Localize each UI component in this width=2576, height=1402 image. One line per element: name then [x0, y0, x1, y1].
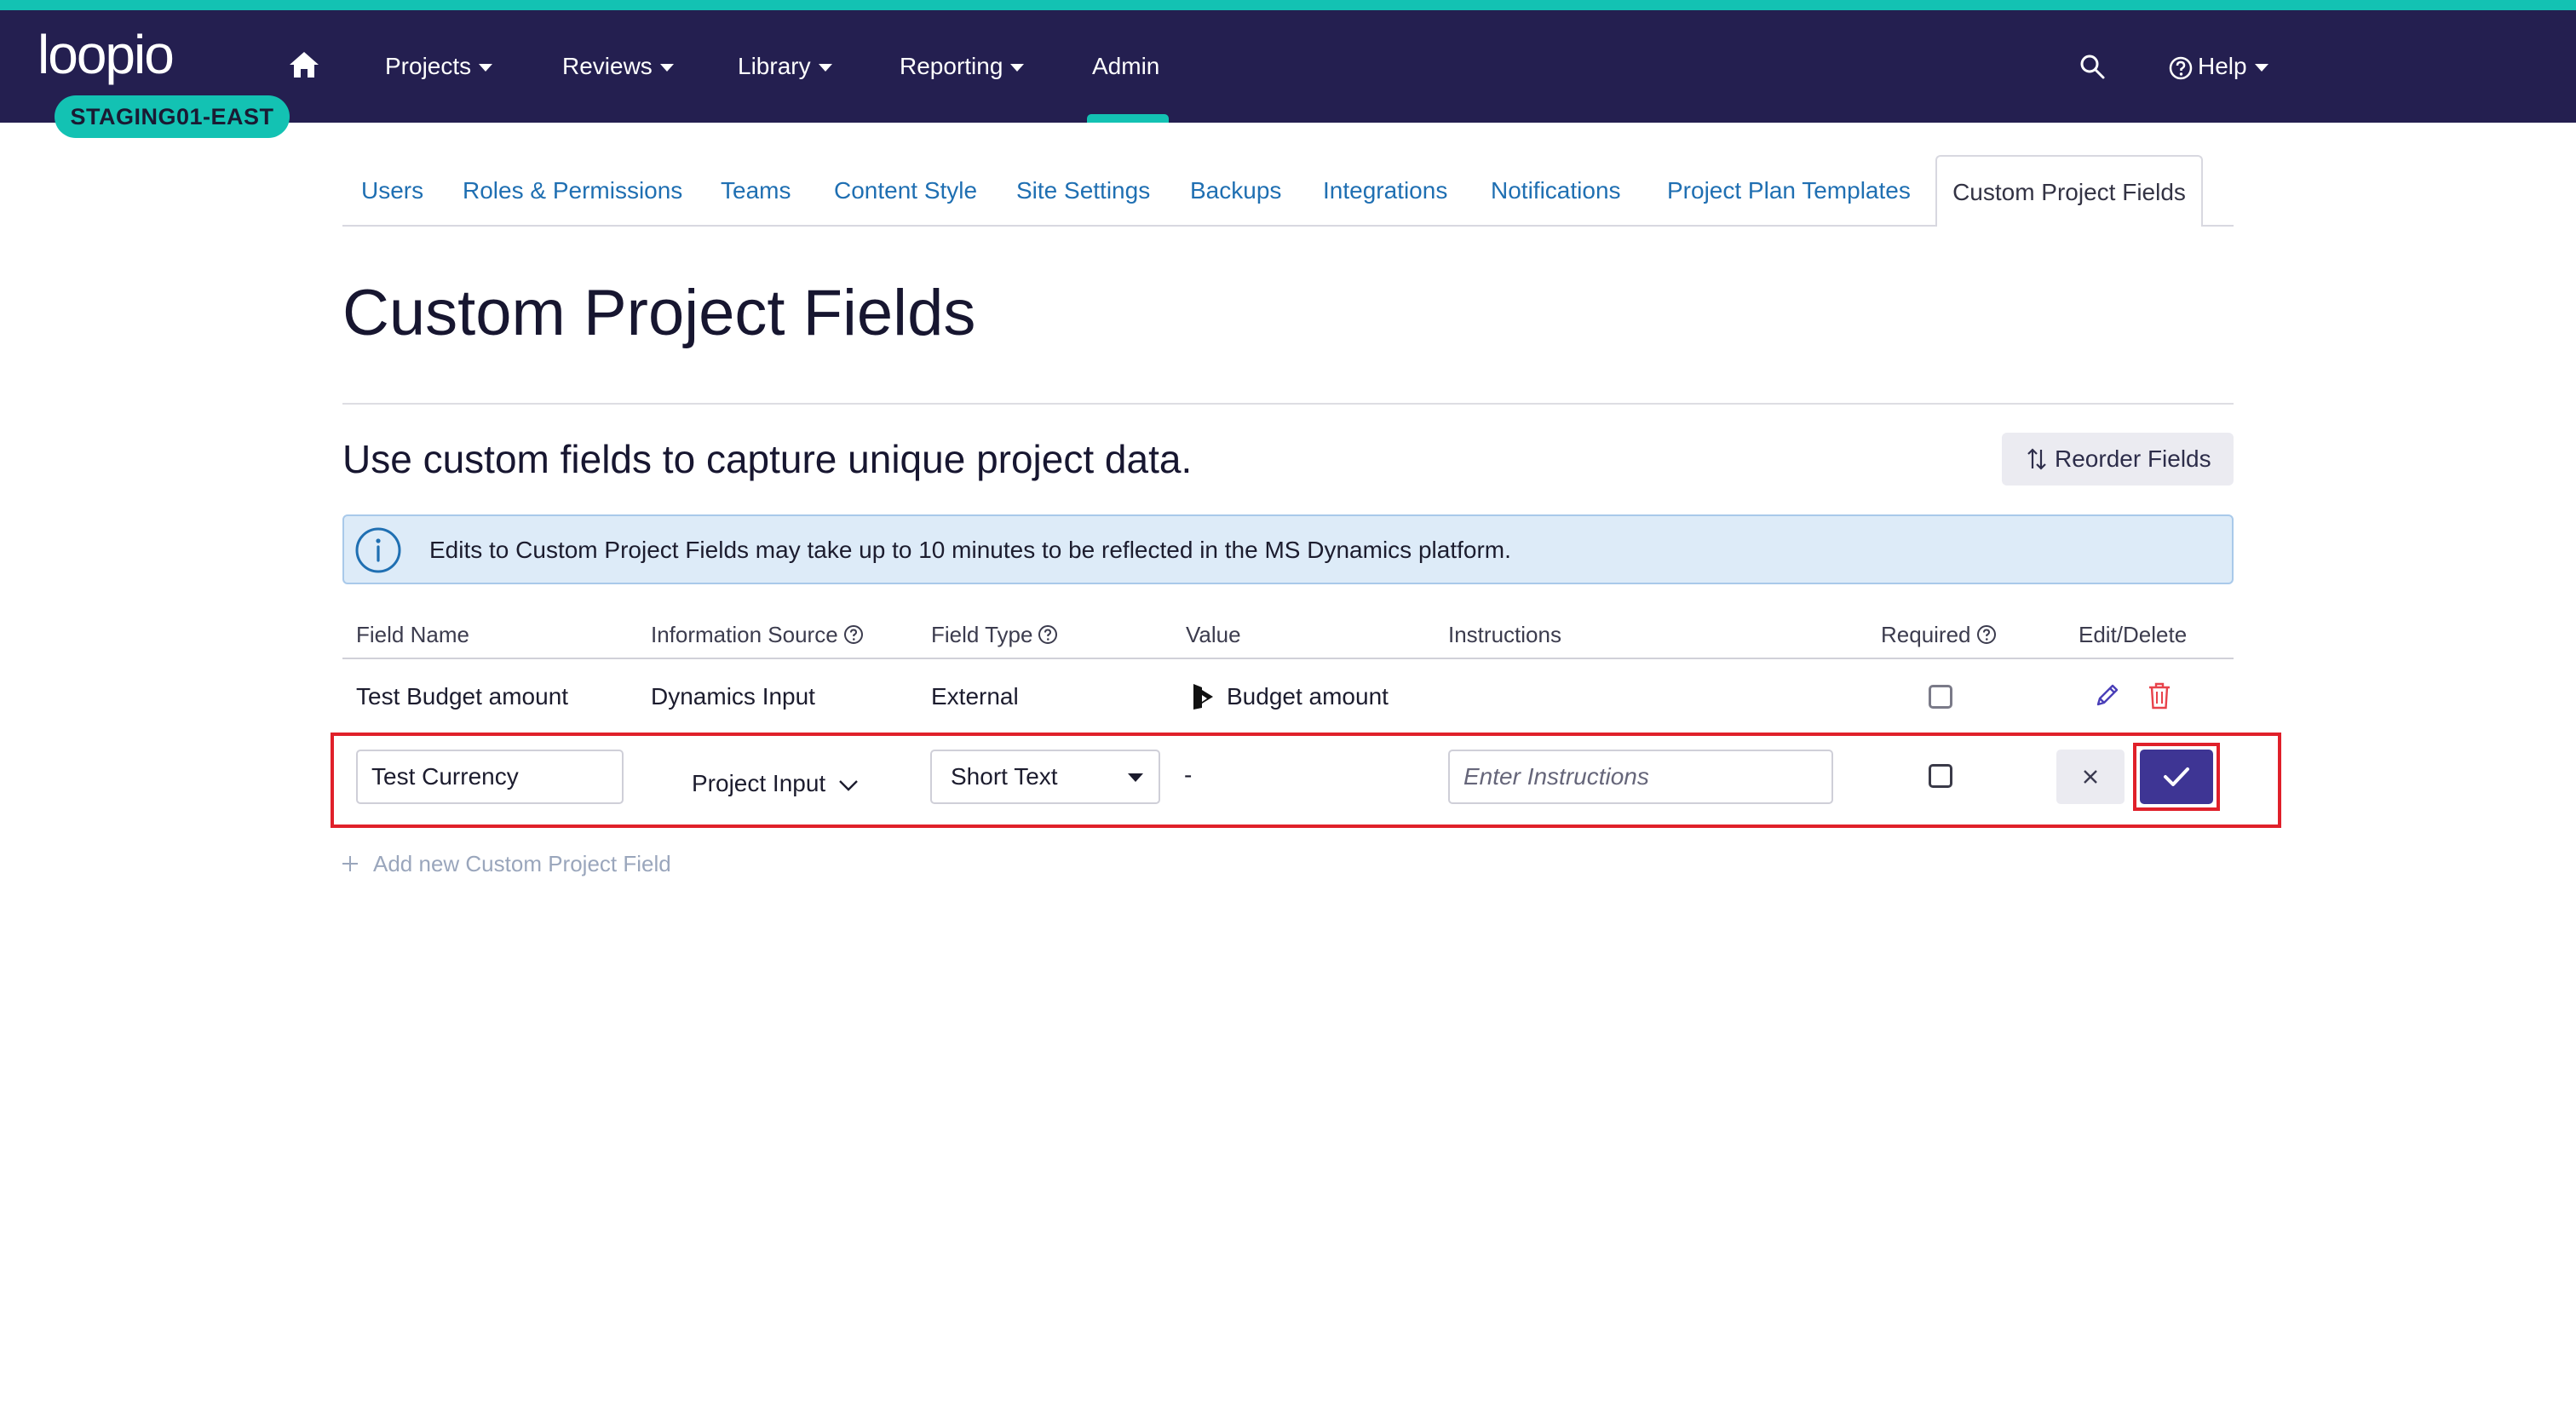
information-source-select-value: Project Input — [692, 770, 826, 796]
info-icon — [355, 527, 401, 573]
chevron-down-icon — [818, 64, 832, 72]
question-circle-icon[interactable] — [843, 624, 864, 645]
tab-roles-permissions[interactable]: Roles & Permissions — [463, 174, 682, 208]
required-checkbox[interactable] — [1929, 685, 1952, 709]
nav-projects[interactable]: Projects — [385, 48, 493, 85]
tab-teams[interactable]: Teams — [721, 174, 791, 208]
logo-text: loopio — [37, 26, 173, 85]
column-header-field-type: Field Type — [931, 618, 1058, 651]
chevron-down-icon — [1010, 64, 1025, 72]
cancel-edit-button[interactable] — [2056, 750, 2125, 804]
nav-reporting[interactable]: Reporting — [900, 48, 1025, 85]
chevron-down-icon — [479, 64, 493, 72]
information-source-select[interactable]: Project Input — [692, 765, 860, 802]
sort-arrows-icon — [2027, 448, 2046, 470]
column-header-required: Required — [1881, 618, 1997, 651]
column-header-required-label: Required — [1881, 622, 1971, 647]
column-header-field-name: Field Name — [356, 622, 469, 647]
active-nav-indicator — [1087, 114, 1169, 123]
plus-icon — [342, 856, 358, 872]
search-icon[interactable] — [2079, 53, 2106, 80]
column-header-information-source-label: Information Source — [651, 622, 838, 647]
column-header-information-source: Information Source — [651, 618, 864, 651]
cell-field-type: External — [931, 683, 1019, 710]
nav-admin-label: Admin — [1092, 53, 1160, 79]
environment-badge: STAGING01-EAST — [55, 95, 290, 138]
column-header-instructions: Instructions — [1448, 622, 1561, 647]
field-type-select-value: Short Text — [951, 763, 1058, 790]
nav-admin[interactable]: Admin — [1092, 48, 1159, 85]
close-icon — [2084, 770, 2097, 784]
tab-custom-project-fields[interactable]: Custom Project Fields — [1935, 155, 2203, 225]
info-banner-text: Edits to Custom Project Fields may take … — [429, 537, 1511, 563]
add-custom-field-link[interactable]: Add new Custom Project Field — [341, 847, 671, 881]
nav-help-label: Help — [2198, 53, 2247, 79]
confirm-save-button[interactable] — [2140, 750, 2213, 804]
tab-backups[interactable]: Backups — [1190, 174, 1281, 208]
accent-strip — [0, 0, 2576, 10]
table-header-divider — [342, 658, 2234, 659]
nav-projects-label: Projects — [385, 53, 472, 79]
checkmark-icon — [2164, 767, 2189, 786]
pencil-icon[interactable] — [2094, 681, 2121, 709]
question-circle-icon[interactable] — [1976, 624, 1997, 645]
chevron-down-icon — [2254, 64, 2268, 72]
nav-library-label: Library — [738, 53, 811, 79]
column-header-edit-delete: Edit/Delete — [2079, 622, 2188, 647]
section-subtitle: Use custom fields to capture unique proj… — [342, 437, 1193, 481]
reorder-fields-button[interactable]: Reorder Fields — [2002, 433, 2234, 486]
tab-users[interactable]: Users — [361, 174, 423, 208]
question-circle-icon[interactable] — [1038, 624, 1058, 645]
tab-site-settings[interactable]: Site Settings — [1016, 174, 1150, 208]
cell-information-source: Dynamics Input — [651, 683, 815, 710]
column-header-field-type-label: Field Type — [931, 622, 1033, 647]
chevron-down-icon — [839, 779, 859, 791]
required-checkbox-edit[interactable] — [1929, 764, 1952, 788]
add-custom-field-label: Add new Custom Project Field — [373, 851, 671, 876]
tab-content-style[interactable]: Content Style — [834, 174, 977, 208]
trash-icon[interactable] — [2147, 681, 2172, 710]
field-name-input[interactable] — [356, 750, 624, 804]
nav-reviews[interactable]: Reviews — [562, 48, 674, 85]
nav-library[interactable]: Library — [738, 48, 832, 85]
column-header-value: Value — [1186, 622, 1241, 647]
instructions-input[interactable] — [1448, 750, 1833, 804]
nav-reviews-label: Reviews — [562, 53, 653, 79]
title-divider — [342, 403, 2234, 405]
cell-value: Budget amount — [1191, 680, 1389, 714]
cell-value-label: Budget amount — [1227, 683, 1389, 710]
reorder-fields-label: Reorder Fields — [2055, 445, 2211, 472]
nav-help[interactable]: Help — [2169, 48, 2268, 85]
dynamics-logo-icon — [1193, 683, 1213, 710]
info-banner: Edits to Custom Project Fields may take … — [342, 514, 2234, 584]
tab-notifications[interactable]: Notifications — [1491, 174, 1621, 208]
help-circle-icon — [2169, 56, 2193, 79]
loopio-logo[interactable]: loopio — [37, 26, 208, 90]
home-icon[interactable] — [288, 49, 320, 80]
tab-project-plan-templates[interactable]: Project Plan Templates — [1667, 174, 1911, 208]
caret-down-icon — [1128, 773, 1143, 782]
page-title: Custom Project Fields — [342, 277, 976, 349]
chevron-down-icon — [659, 64, 674, 72]
nav-reporting-label: Reporting — [900, 53, 1003, 79]
cell-field-name: Test Budget amount — [356, 683, 569, 710]
tab-integrations[interactable]: Integrations — [1323, 174, 1447, 208]
edit-row-value: - — [1184, 761, 1193, 788]
field-type-select[interactable]: Short Text — [930, 750, 1160, 804]
